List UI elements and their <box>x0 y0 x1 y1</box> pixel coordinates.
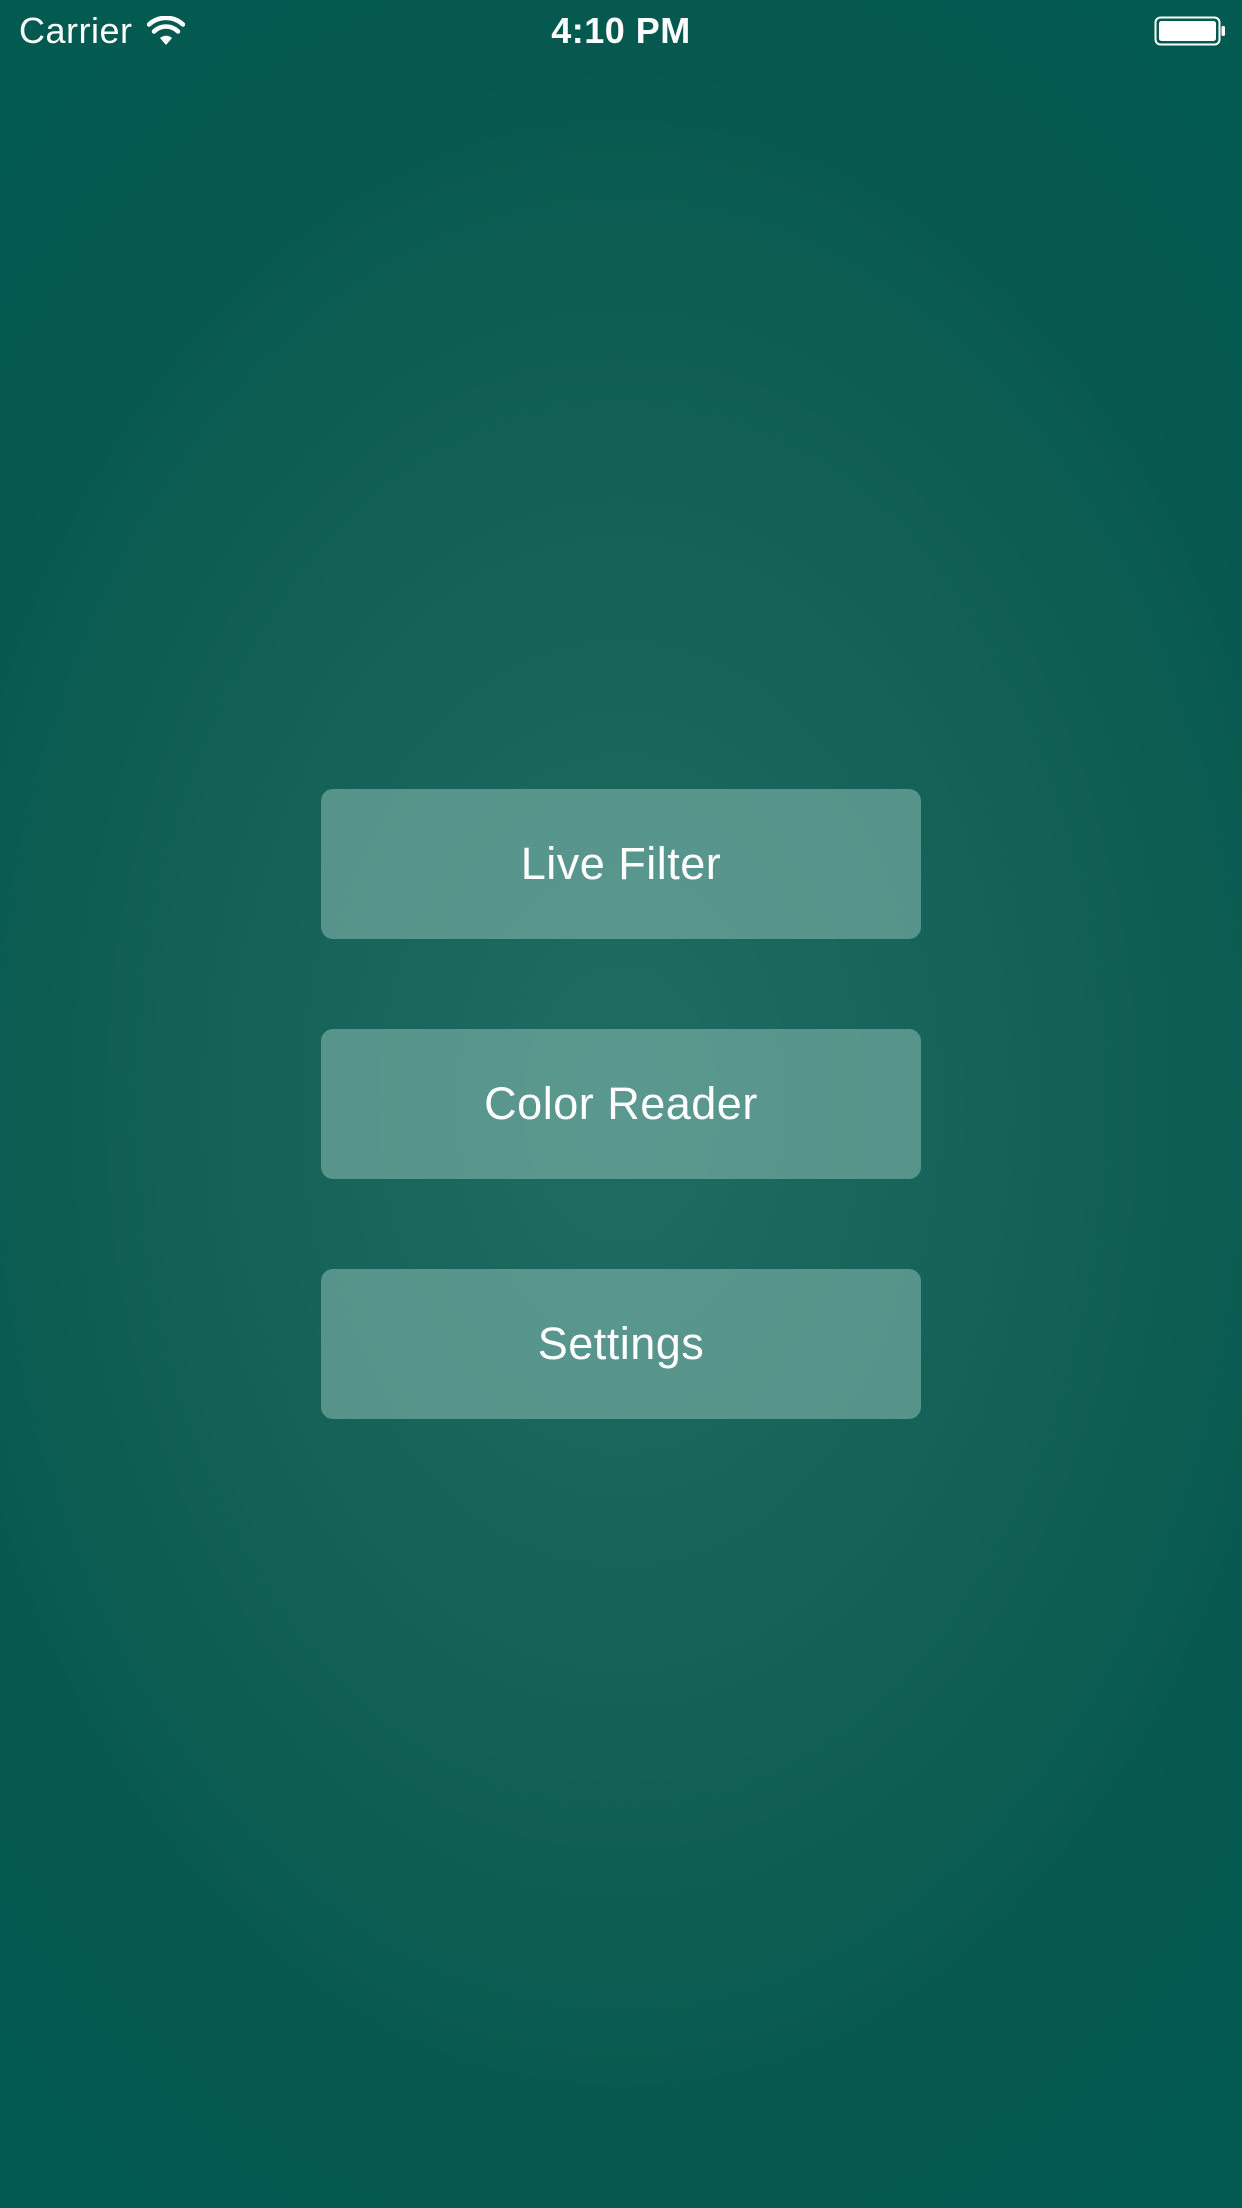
battery-full-icon <box>1154 16 1226 46</box>
color-reader-button[interactable]: Color Reader <box>321 1029 921 1179</box>
status-bar: Carrier 4:10 PM <box>0 0 1242 62</box>
status-time: 4:10 PM <box>551 10 691 51</box>
app-screen: Carrier 4:10 PM Live Filter Color Reader… <box>0 0 1242 2208</box>
main-menu: Live Filter Color Reader Settings <box>321 789 921 1419</box>
live-filter-button[interactable]: Live Filter <box>321 789 921 939</box>
settings-button[interactable]: Settings <box>321 1269 921 1419</box>
